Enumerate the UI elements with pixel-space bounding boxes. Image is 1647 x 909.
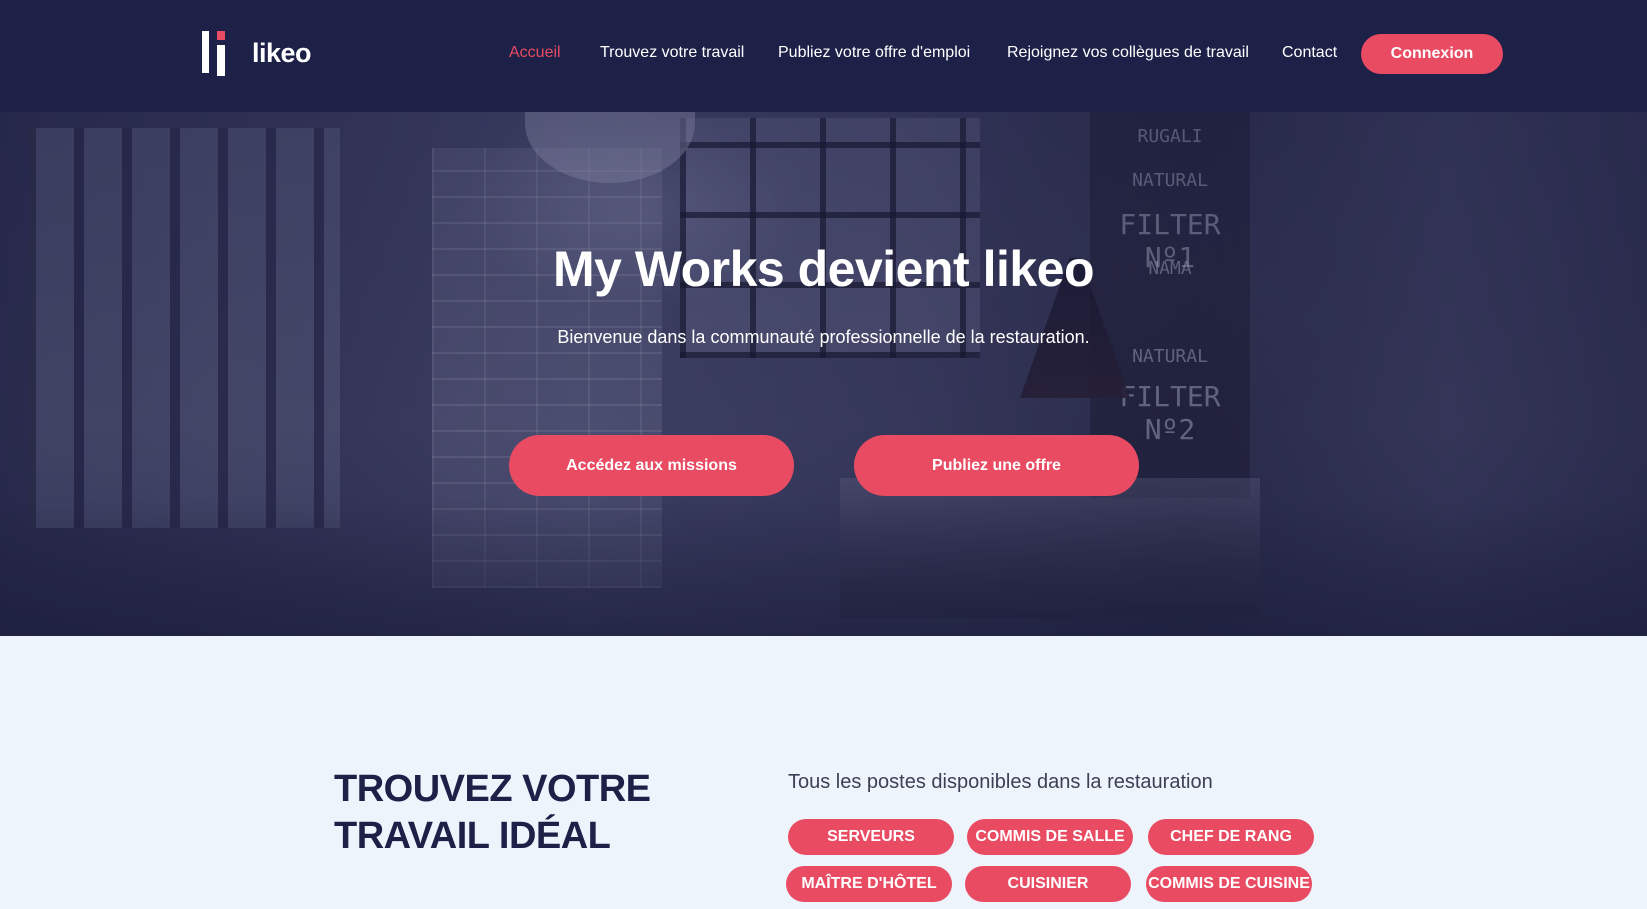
jobs-title-line1: TROUVEZ VOTRE [334,768,651,810]
jobs-section-lead: Tous les postes disponibles dans la rest… [788,771,1213,793]
jobs-title-line2: TRAVAIL IDÉAL [334,815,611,857]
hero-title: My Works devient likeo [0,240,1647,298]
jobs-section-title: TROUVEZ VOTRE TRAVAIL IDÉAL [334,766,651,860]
hero-title-light: My Works [552,241,798,297]
nav-link-rejoignez-collegues[interactable]: Rejoignez vos collègues de travail [1007,44,1249,62]
hero-subtitle: Bienvenue dans la communauté professionn… [557,327,1090,347]
top-navbar: likeo Accueil Trouvez votre travail Publ… [0,0,1647,112]
job-tag-commis-de-salle[interactable]: COMMIS DE SALLE [967,819,1133,855]
job-tag-cuisinier[interactable]: CUISINIER [965,866,1131,902]
hero-banner: RUGALI NATURAL FILTER Nº1 NAMA NATURAL F… [0,108,1647,636]
nav-link-trouvez-travail[interactable]: Trouvez votre travail [600,44,744,62]
login-button[interactable]: Connexion [1361,34,1503,74]
hero-title-bold: devient likeo [797,241,1095,297]
nav-link-publiez-offre[interactable]: Publiez votre offre d'emploi [778,44,970,62]
job-tag-serveurs[interactable]: SERVEURS [788,819,954,855]
job-tag-commis-de-cuisine[interactable]: COMMIS DE CUISINE [1146,866,1312,902]
access-missions-button[interactable]: Accédez aux missions [509,435,794,496]
hero-overlay [0,108,1647,636]
job-tag-chef-de-rang[interactable]: CHEF DE RANG [1148,819,1314,855]
nav-link-contact[interactable]: Contact [1282,44,1337,62]
nav-link-accueil[interactable]: Accueil [509,44,561,62]
publish-offer-button[interactable]: Publiez une offre [854,435,1139,496]
job-tag-maitre-d-hotel[interactable]: MAÎTRE D'HÔTEL [786,866,952,902]
